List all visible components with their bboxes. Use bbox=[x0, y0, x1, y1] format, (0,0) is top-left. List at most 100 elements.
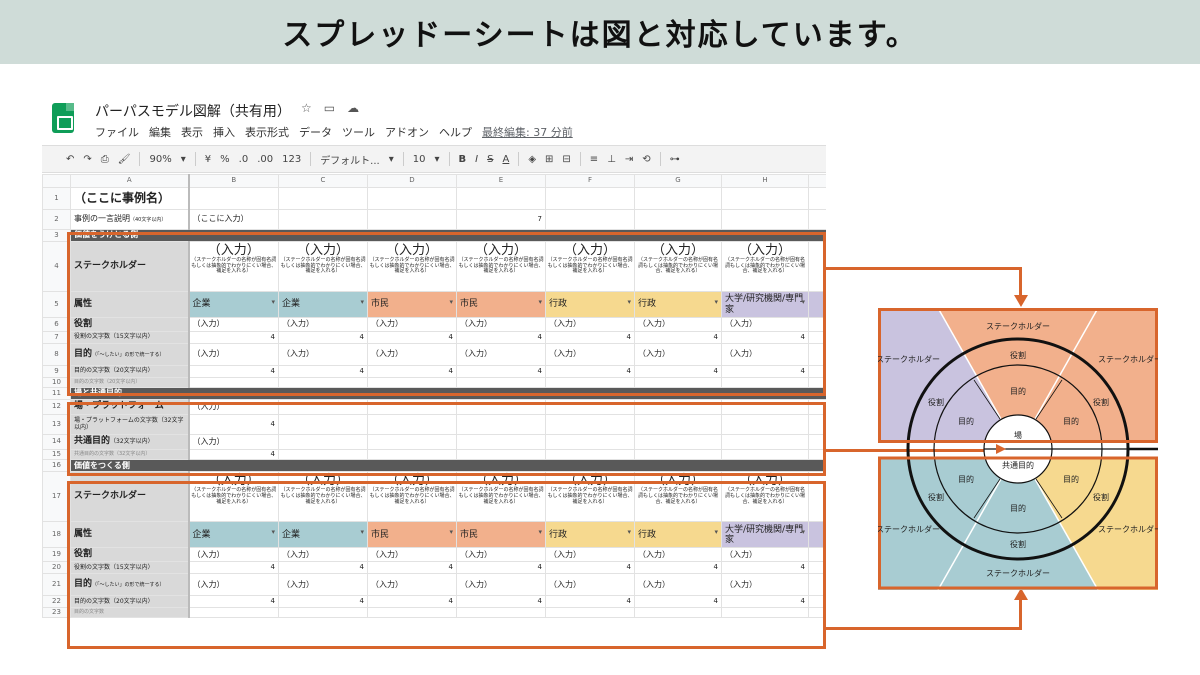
row-number[interactable]: 6 bbox=[42, 317, 71, 332]
menu-edit[interactable]: 編集 bbox=[149, 124, 171, 140]
cell[interactable] bbox=[367, 209, 457, 230]
purpose-count-label[interactable]: 目的の文字数（20文字以内） bbox=[70, 365, 190, 378]
attribute-select[interactable]: 行政 bbox=[545, 521, 635, 549]
text-rotate-icon[interactable]: ⟲ bbox=[642, 154, 650, 165]
cell[interactable] bbox=[634, 399, 722, 415]
menu-view[interactable]: 表示 bbox=[181, 124, 203, 140]
cell[interactable] bbox=[367, 434, 457, 450]
borders-icon[interactable]: ⊞ bbox=[545, 154, 553, 165]
cell[interactable] bbox=[456, 414, 546, 435]
row-number[interactable]: 21 bbox=[42, 573, 71, 597]
cell[interactable] bbox=[367, 377, 457, 388]
role-input[interactable]: （入力） bbox=[278, 317, 368, 332]
purpose-input[interactable]: （入力） bbox=[545, 343, 635, 366]
common-purpose-count-cell[interactable]: 4 bbox=[188, 448, 279, 461]
cell[interactable] bbox=[808, 607, 826, 619]
purpose-input[interactable]: （入力） bbox=[367, 343, 457, 366]
cell[interactable] bbox=[188, 377, 279, 388]
font-size-select[interactable]: 10 bbox=[413, 154, 426, 165]
dropdown-icon[interactable]: ▾ bbox=[181, 154, 186, 165]
place-input[interactable]: （入力） bbox=[188, 399, 279, 415]
role-count-cell[interactable]: 4 bbox=[456, 331, 546, 344]
attribute-select[interactable]: 市民 bbox=[456, 521, 546, 549]
cell[interactable] bbox=[634, 187, 722, 210]
role-input[interactable]: （入力） bbox=[545, 317, 635, 332]
row-number[interactable]: 5 bbox=[42, 291, 71, 318]
row-number[interactable]: 9 bbox=[42, 365, 71, 378]
cell[interactable] bbox=[278, 399, 368, 415]
role-count-cell[interactable]: 4 bbox=[721, 561, 809, 575]
role-input[interactable]: （入力） bbox=[188, 547, 279, 563]
stakeholder-cell[interactable]: （入力） （ステークホルダーの名称が固有名詞もしくは抽象的でわかりにくい場合、補足… bbox=[456, 241, 546, 292]
cell[interactable] bbox=[721, 434, 809, 450]
cell[interactable] bbox=[808, 561, 826, 575]
text-color-icon[interactable]: A bbox=[502, 154, 509, 165]
attribute-select-clipped[interactable] bbox=[808, 291, 826, 318]
cell[interactable] bbox=[721, 377, 809, 388]
role-count-cell[interactable]: 4 bbox=[278, 331, 368, 344]
role-count-cell[interactable]: 4 bbox=[278, 561, 368, 575]
row-number[interactable]: 13 bbox=[42, 414, 71, 435]
role-count-cell[interactable]: 4 bbox=[456, 561, 546, 575]
cell[interactable] bbox=[808, 343, 826, 366]
cell[interactable] bbox=[278, 434, 368, 450]
cell[interactable] bbox=[808, 317, 826, 332]
cell[interactable] bbox=[634, 434, 722, 450]
cell[interactable] bbox=[278, 187, 368, 210]
cell[interactable] bbox=[721, 399, 809, 415]
case-name-cell[interactable]: （ここに事例名） bbox=[70, 187, 190, 210]
row-number[interactable]: 19 bbox=[42, 547, 71, 563]
increase-decimal-button[interactable]: .00 bbox=[257, 154, 273, 165]
cell[interactable] bbox=[808, 434, 826, 450]
stakeholder-cell[interactable]: （入力） （ステークホルダーの名称が固有名詞もしくは抽象的でわかりにくい場合、補足… bbox=[634, 471, 722, 523]
last-edit-link[interactable]: 最終編集: 37 分前 bbox=[482, 124, 573, 140]
purpose-input[interactable]: （入力） bbox=[456, 573, 546, 597]
purpose-count-cell[interactable]: 4 bbox=[721, 595, 809, 609]
cell[interactable] bbox=[545, 607, 635, 619]
stakeholder-cell[interactable]: （入力） （ステークホルダーの名称が固有名詞もしくは抽象的でわかりにくい場合、補足… bbox=[634, 241, 722, 292]
attribute-select[interactable]: 大学/研究機関/専門家 bbox=[721, 291, 809, 318]
stakeholder-label[interactable]: ステークホルダー bbox=[70, 241, 190, 292]
italic-icon[interactable]: I bbox=[475, 154, 478, 165]
cell[interactable] bbox=[808, 573, 826, 597]
row-number[interactable]: 14 bbox=[42, 434, 71, 450]
purpose-count-cell[interactable]: 4 bbox=[367, 595, 457, 609]
purpose-count-cell[interactable]: 4 bbox=[456, 595, 546, 609]
cell[interactable] bbox=[721, 607, 809, 619]
role-input[interactable]: （入力） bbox=[721, 317, 809, 332]
dropdown-icon[interactable]: ▾ bbox=[435, 154, 440, 165]
cell[interactable] bbox=[456, 399, 546, 415]
role-count-cell[interactable]: 4 bbox=[367, 561, 457, 575]
place-count-label[interactable]: 場・プラットフォームの文字数（32文字以内） bbox=[70, 414, 190, 435]
role-input[interactable]: （入力） bbox=[634, 317, 722, 332]
zoom-select[interactable]: 90% bbox=[149, 154, 171, 165]
attribute-select[interactable]: 企業 bbox=[278, 521, 368, 549]
menu-data[interactable]: データ bbox=[299, 124, 332, 140]
column-header-c[interactable]: C bbox=[278, 174, 368, 188]
cell[interactable] bbox=[634, 607, 722, 619]
cell[interactable] bbox=[808, 331, 826, 344]
attribute-select[interactable]: 行政 bbox=[545, 291, 635, 318]
role-input[interactable]: （入力） bbox=[456, 547, 546, 563]
role-count-cell[interactable]: 4 bbox=[188, 561, 279, 575]
common-purpose-label-cell[interactable]: 共通目的（32文字以内） bbox=[70, 434, 190, 450]
column-header-next[interactable] bbox=[808, 174, 826, 188]
row-number[interactable]: 20 bbox=[42, 561, 71, 575]
row-number[interactable]: 2 bbox=[42, 209, 71, 230]
place-label[interactable]: 場・プラットフォーム bbox=[70, 399, 190, 415]
attribute-select[interactable]: 市民 bbox=[367, 521, 457, 549]
attribute-select[interactable]: 市民 bbox=[367, 291, 457, 318]
cell[interactable] bbox=[278, 209, 368, 230]
decrease-decimal-button[interactable]: .0 bbox=[239, 154, 249, 165]
text-wrap-icon[interactable]: ⇥ bbox=[625, 154, 633, 165]
attribute-select[interactable]: 行政 bbox=[634, 521, 722, 549]
role-count-cell[interactable]: 4 bbox=[634, 561, 722, 575]
cell[interactable] bbox=[188, 607, 279, 619]
cell[interactable] bbox=[456, 187, 546, 210]
section-header-place[interactable]: 場と共通目的 bbox=[70, 387, 826, 400]
fill-color-icon[interactable]: ◈ bbox=[528, 154, 536, 165]
purpose-input[interactable]: （入力） bbox=[721, 573, 809, 597]
purpose-input[interactable]: （入力） bbox=[721, 343, 809, 366]
stakeholder-cell[interactable]: （入力） （ステークホルダーの名称が固有名詞もしくは抽象的でわかりにくい場合、補足… bbox=[721, 471, 809, 523]
stakeholder-cell[interactable]: （入力） （ステークホルダーの名称が固有名詞もしくは抽象的でわかりにくい場合、補足… bbox=[367, 471, 457, 523]
